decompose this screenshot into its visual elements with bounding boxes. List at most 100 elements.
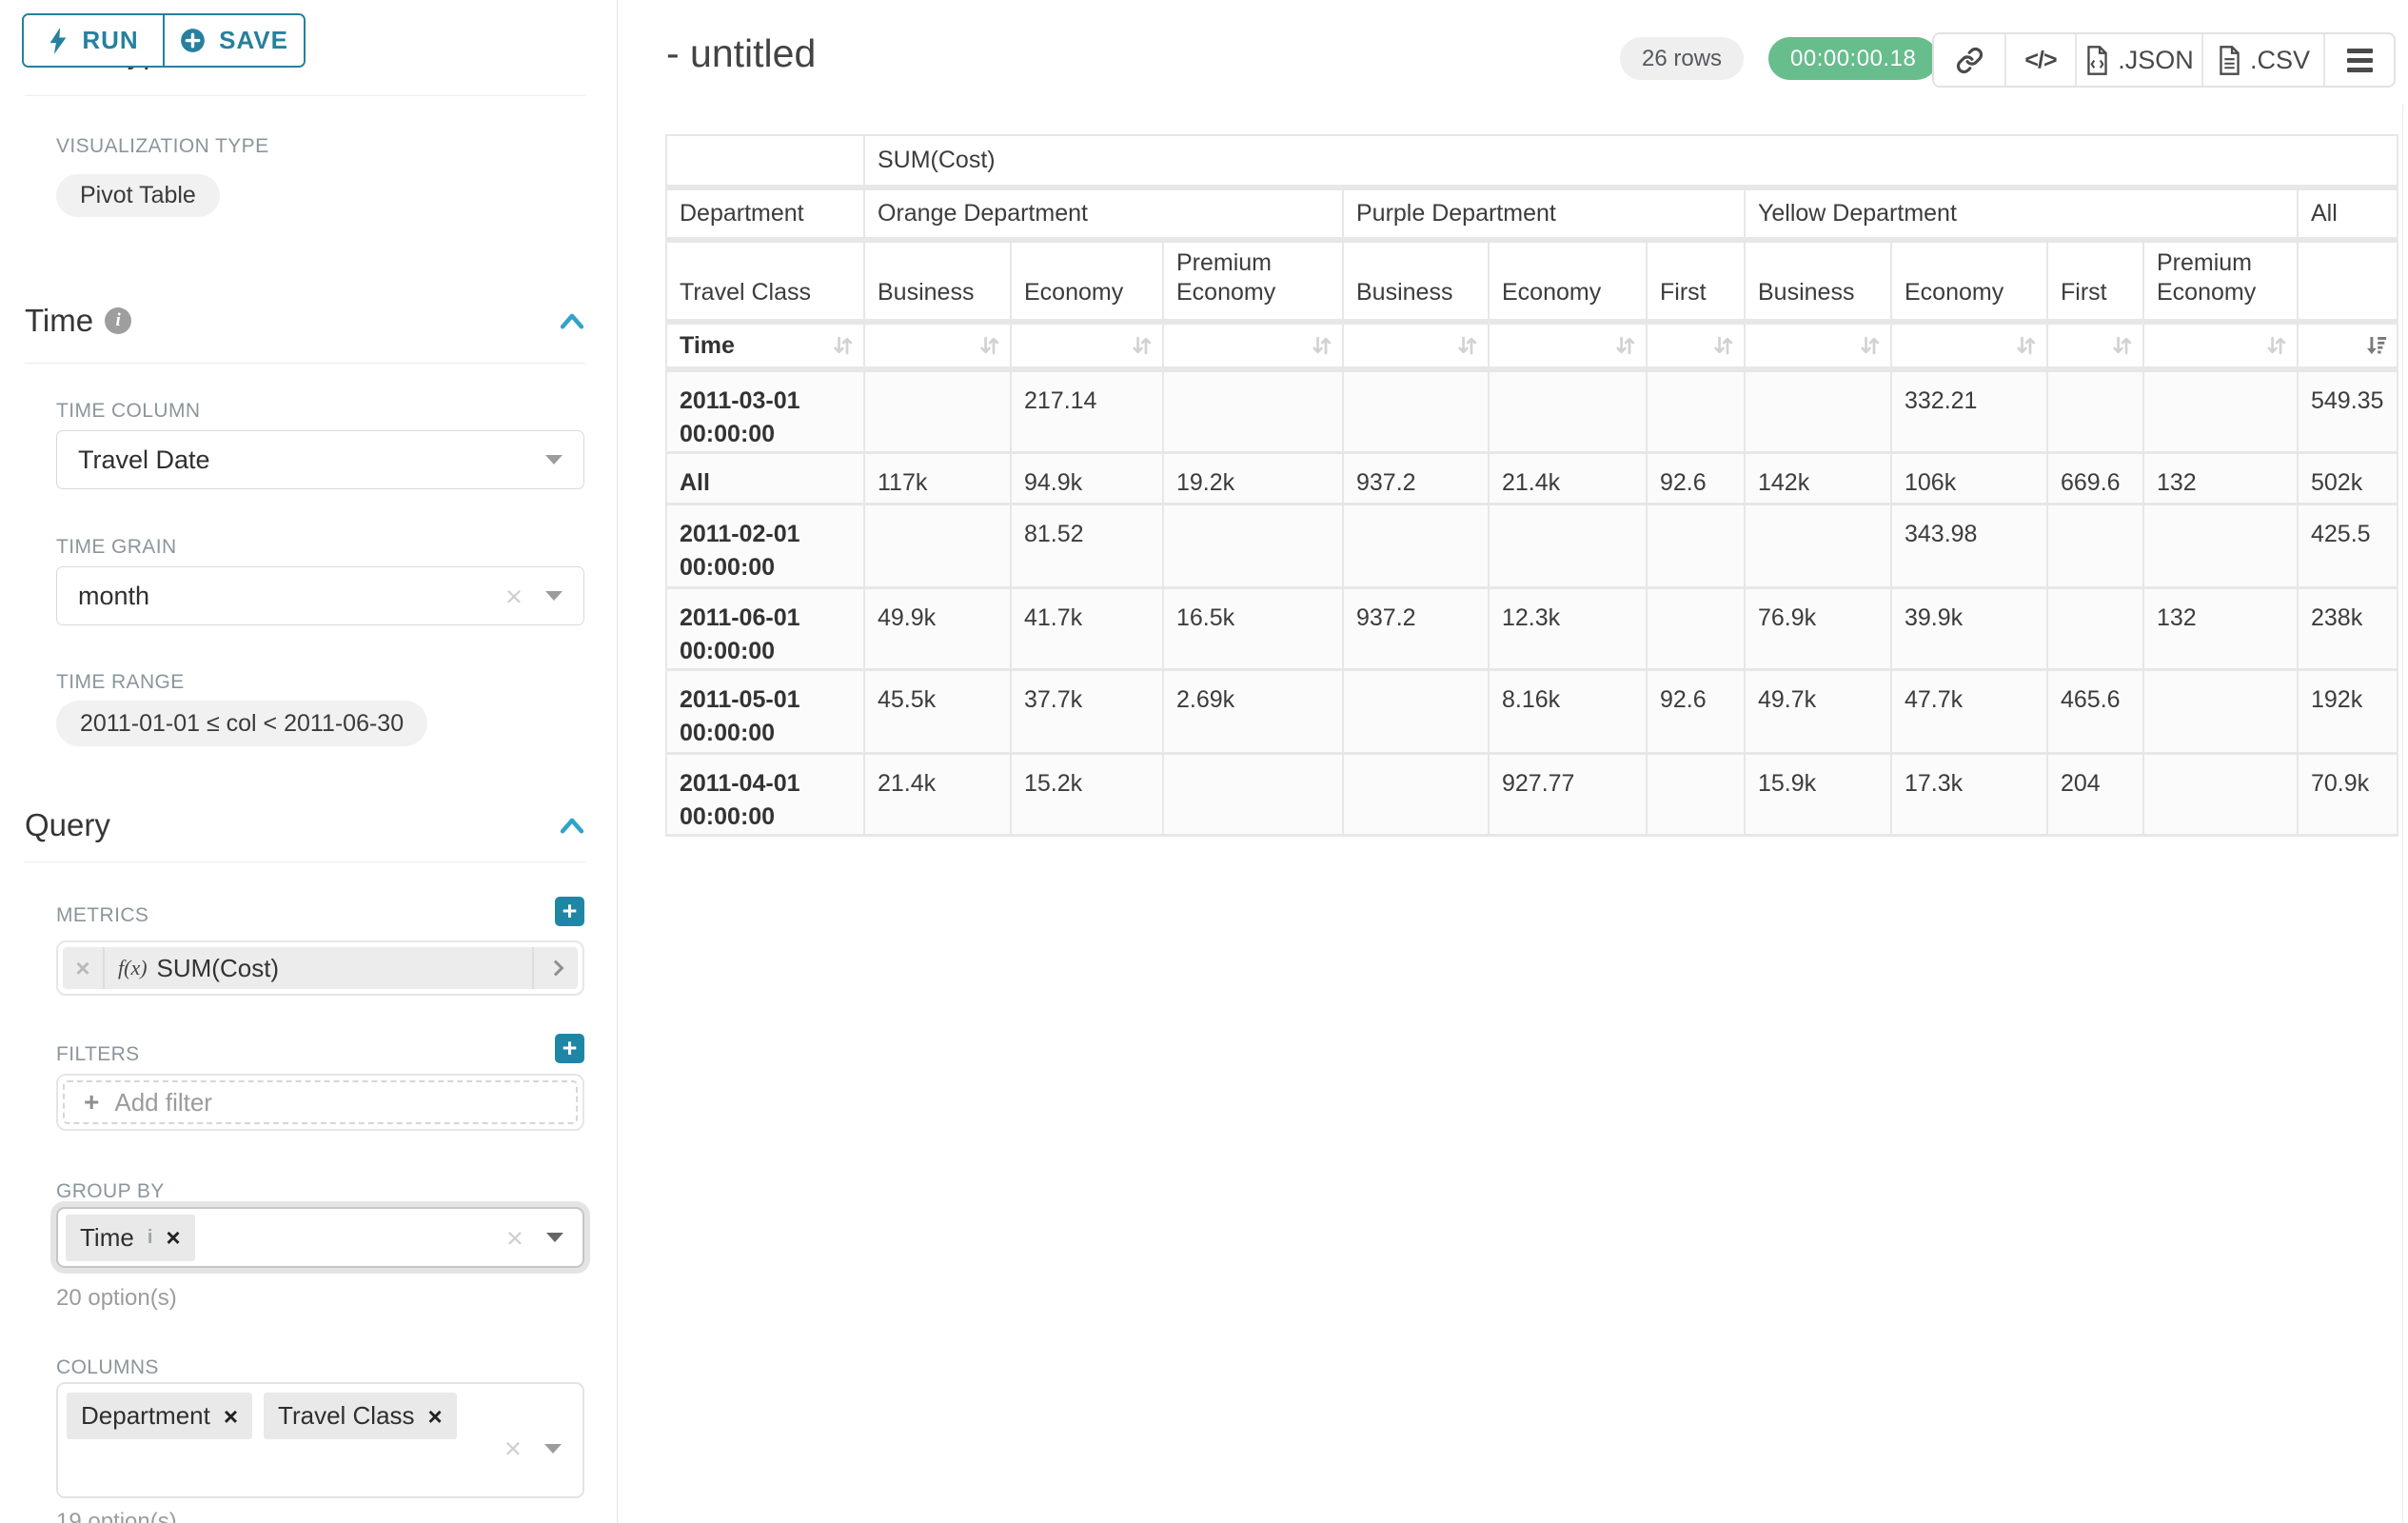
pivot-value-cell: 132 — [2143, 453, 2298, 504]
pivot-value-cell: 92.6 — [1647, 453, 1745, 504]
travel-class-header-cell: Economy — [1891, 240, 2047, 322]
sort-icon[interactable] — [2013, 333, 2039, 359]
add-filter-button[interactable]: + Add filter — [63, 1080, 578, 1124]
corner-cell — [666, 135, 864, 188]
metric-chip[interactable]: × f(x) SUM(Cost) — [63, 947, 578, 989]
sort-icon[interactable] — [1612, 333, 1638, 359]
sort-icon[interactable] — [2109, 333, 2135, 359]
time-column-select[interactable]: Travel Date — [56, 430, 584, 489]
pivot-value-cell — [2047, 369, 2143, 453]
columns-select[interactable]: Department × Travel Class × × — [56, 1382, 584, 1498]
pivot-value-cell — [2143, 670, 2298, 754]
more-options-button[interactable] — [2323, 34, 2394, 86]
pivot-value-cell — [2143, 754, 2298, 836]
pivot-value-cell — [1343, 754, 1489, 836]
sort-cell[interactable] — [2298, 322, 2398, 369]
pivot-row-header: All — [666, 453, 864, 504]
time-range-pill[interactable]: 2011-01-01 ≤ col < 2011-06-30 — [56, 701, 427, 746]
sort-cell[interactable] — [1745, 322, 1891, 369]
sort-cell[interactable] — [2143, 322, 2298, 369]
sort-icon[interactable] — [830, 333, 856, 359]
viz-type-pill[interactable]: Pivot Table — [56, 174, 220, 217]
plus-circle-icon — [180, 28, 206, 53]
sort-cell[interactable] — [1343, 322, 1489, 369]
table-row: 2011-06-01 00:00:0049.9k41.7k16.5k937.21… — [666, 588, 2398, 670]
department-header-cell: All — [2298, 188, 2398, 240]
pivot-value-cell: 15.9k — [1745, 754, 1891, 836]
pivot-value-cell: 45.5k — [864, 670, 1011, 754]
sort-icon[interactable] — [1309, 333, 1334, 359]
chevron-up-icon[interactable] — [556, 307, 588, 339]
clear-icon[interactable]: × — [506, 1223, 523, 1253]
sort-desc-icon[interactable] — [2363, 333, 2389, 359]
chip-close-icon[interactable]: × — [224, 1404, 238, 1429]
sort-cell[interactable] — [2047, 322, 2143, 369]
time-sort-cell[interactable]: Time — [666, 322, 864, 369]
remove-metric-icon[interactable]: × — [63, 947, 105, 989]
caret-down-icon — [544, 1444, 562, 1454]
sort-icon[interactable] — [1857, 333, 1883, 359]
clear-icon[interactable]: × — [504, 1434, 522, 1463]
export-csv-button[interactable]: .CSV — [2201, 34, 2323, 86]
travel-class-header-cell — [2298, 240, 2398, 322]
pivot-value-cell: 927.77 — [1489, 754, 1647, 836]
scrollbar-track — [2402, 105, 2403, 1523]
pivot-value-cell: 343.98 — [1891, 504, 2047, 588]
department-header-row: DepartmentOrange DepartmentPurple Depart… — [666, 188, 2398, 240]
pivot-value-cell — [1745, 504, 1891, 588]
sort-cell[interactable] — [1011, 322, 1163, 369]
run-button[interactable]: RUN — [24, 15, 163, 66]
add-filter-plus-button[interactable]: + — [555, 1034, 584, 1063]
pivot-value-cell: 2.69k — [1163, 670, 1343, 754]
chip-label: Time — [80, 1223, 134, 1253]
pivot-value-cell — [1343, 504, 1489, 588]
pivot-value-cell: 238k — [2298, 588, 2398, 670]
pivot-value-cell — [1163, 369, 1343, 453]
travel-class-header-cell: Economy — [1489, 240, 1647, 322]
run-save-bar: RUN SAVE — [0, 0, 616, 61]
chip-close-icon[interactable]: × — [428, 1404, 443, 1429]
travel-class-header-row: Travel ClassBusinessEconomyPremium Econo… — [666, 240, 2398, 322]
export-json-button[interactable]: .JSON — [2075, 34, 2201, 86]
view-query-button[interactable]: </> — [2004, 34, 2075, 86]
groupby-option-count: 20 option(s) — [56, 1285, 177, 1312]
time-grain-select[interactable]: month × — [56, 566, 584, 625]
sort-icon[interactable] — [1129, 333, 1155, 359]
sort-icon[interactable] — [977, 333, 1002, 359]
chart-title[interactable]: - untitled — [666, 31, 816, 76]
fx-icon: f(x) — [118, 956, 148, 980]
save-button[interactable]: SAVE — [163, 15, 304, 66]
sort-cell[interactable] — [1647, 322, 1745, 369]
expand-metric-icon[interactable] — [532, 947, 578, 989]
groupby-chip-time[interactable]: Time i × — [66, 1215, 195, 1261]
sort-icon[interactable] — [1710, 333, 1736, 359]
link-icon — [1956, 47, 1984, 74]
table-row: 2011-02-01 00:00:0081.52343.98425.5 — [666, 504, 2398, 588]
columns-chip-travel-class[interactable]: Travel Class × — [264, 1393, 457, 1439]
sort-cell[interactable] — [864, 322, 1011, 369]
add-metric-button[interactable]: + — [555, 897, 584, 926]
sort-cell[interactable] — [1891, 322, 2047, 369]
clear-icon[interactable]: × — [505, 582, 523, 611]
code-icon: </> — [2024, 47, 2056, 74]
sort-icon[interactable] — [2263, 333, 2289, 359]
caret-down-icon — [545, 591, 563, 601]
chevron-up-icon[interactable] — [556, 811, 588, 843]
columns-chip-department[interactable]: Department × — [67, 1393, 252, 1439]
pivot-value-cell — [1163, 754, 1343, 836]
divider — [25, 363, 585, 364]
share-link-button[interactable] — [1934, 34, 2004, 86]
pivot-value-cell: 117k — [864, 453, 1011, 504]
table-row: 2011-05-01 00:00:0045.5k37.7k2.69k8.16k9… — [666, 670, 2398, 754]
groupby-select[interactable]: Time i × × — [56, 1207, 584, 1268]
sort-cell[interactable] — [1163, 322, 1343, 369]
pivot-value-cell — [2143, 369, 2298, 453]
chip-close-icon[interactable]: × — [166, 1225, 180, 1250]
pivot-value-cell: 217.14 — [1011, 369, 1163, 453]
sort-icon[interactable] — [1454, 333, 1480, 359]
pivot-value-cell: 17.3k — [1891, 754, 2047, 836]
travel-class-header-cell: Business — [1343, 240, 1489, 322]
query-timer-badge: 00:00:00.18 — [1768, 37, 1938, 80]
export-toolbar: </> .JSON .CSV — [1932, 32, 2396, 88]
sort-cell[interactable] — [1489, 322, 1647, 369]
